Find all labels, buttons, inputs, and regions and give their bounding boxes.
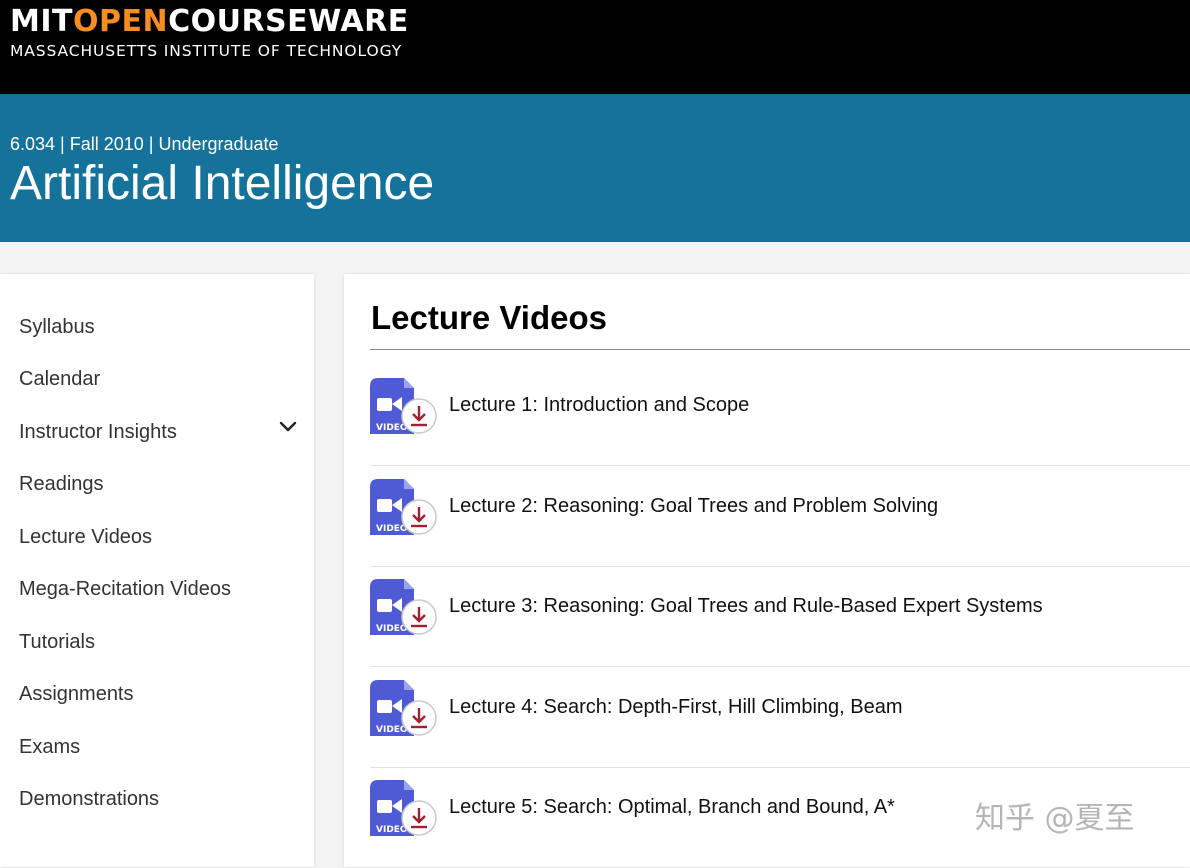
site-header: MITOPENCOURSEWARE MASSACHUSETTS INSTITUT… — [0, 0, 1190, 94]
page-title: Lecture Videos — [371, 299, 607, 336]
lecture-link[interactable]: Lecture 1: Introduction and Scope — [449, 393, 749, 417]
video-icon-label: VIDEO — [376, 423, 408, 433]
lecture-row: VIDEO Lecture 4: Search: Depth-First, Hi… — [370, 668, 1190, 768]
sidebar-item-readings[interactable]: Readings — [19, 469, 309, 499]
course-banner: 6.034 | Fall 2010 | Undergraduate Artifi… — [0, 94, 1190, 242]
video-download-icon[interactable]: VIDEO — [370, 479, 440, 539]
sidebar-item-lecture-videos[interactable]: Lecture Videos — [19, 522, 309, 552]
lecture-link[interactable]: Lecture 5: Search: Optimal, Branch and B… — [449, 795, 895, 819]
lecture-link[interactable]: Lecture 2: Reasoning: Goal Trees and Pro… — [449, 494, 938, 518]
video-icon-label: VIDEO — [376, 825, 408, 835]
chevron-down-icon[interactable] — [277, 418, 299, 436]
lecture-row: VIDEO Lecture 2: Reasoning: Goal Trees a… — [370, 467, 1190, 567]
video-download-icon[interactable]: VIDEO — [370, 579, 440, 639]
sidebar-item-tutorials[interactable]: Tutorials — [19, 627, 309, 657]
video-download-icon[interactable]: VIDEO — [370, 378, 440, 438]
video-icon-label: VIDEO — [376, 624, 408, 634]
logo-courseware: COURSEWARE — [168, 4, 409, 39]
logo-mit: MIT — [10, 4, 73, 39]
lecture-link[interactable]: Lecture 4: Search: Depth-First, Hill Cli… — [449, 695, 903, 719]
video-icon-label: VIDEO — [376, 725, 408, 735]
course-title: Artificial Intelligence — [10, 157, 435, 210]
main-content: Lecture Videos VIDEO Lecture 1: Introduc… — [344, 274, 1190, 867]
sidebar-item-assignments[interactable]: Assignments — [19, 679, 309, 709]
title-divider — [370, 349, 1190, 350]
sidebar-item-instructor-insights[interactable]: Instructor Insights — [19, 417, 309, 447]
mit-ocw-logo[interactable]: MITOPENCOURSEWARE MASSACHUSETTS INSTITUT… — [10, 5, 409, 61]
sidebar-item-mega-recitation-videos[interactable]: Mega-Recitation Videos — [19, 574, 309, 604]
sidebar-item-exams[interactable]: Exams — [19, 732, 309, 762]
lecture-link[interactable]: Lecture 3: Reasoning: Goal Trees and Rul… — [449, 594, 1043, 618]
logo-open: OPEN — [72, 4, 169, 39]
zhihu-watermark: 知乎 @夏至 — [975, 801, 1135, 836]
lecture-row: VIDEO Lecture 1: Introduction and Scope — [370, 366, 1190, 466]
course-sidebar: Syllabus Calendar Instructor Insights Re… — [0, 274, 314, 867]
video-download-icon[interactable]: VIDEO — [370, 680, 440, 740]
video-icon-label: VIDEO — [376, 524, 408, 534]
sidebar-item-calendar[interactable]: Calendar — [19, 364, 309, 394]
course-meta: 6.034 | Fall 2010 | Undergraduate — [10, 134, 279, 154]
logo-subtitle: MASSACHUSETTS INSTITUTE OF TECHNOLOGY — [10, 42, 403, 60]
sidebar-item-demonstrations[interactable]: Demonstrations — [19, 784, 309, 814]
logo-wordmark: MITOPENCOURSEWARE — [10, 5, 409, 39]
video-download-icon[interactable]: VIDEO — [370, 780, 440, 840]
sidebar-item-syllabus[interactable]: Syllabus — [19, 312, 309, 342]
lecture-row: VIDEO Lecture 3: Reasoning: Goal Trees a… — [370, 567, 1190, 667]
